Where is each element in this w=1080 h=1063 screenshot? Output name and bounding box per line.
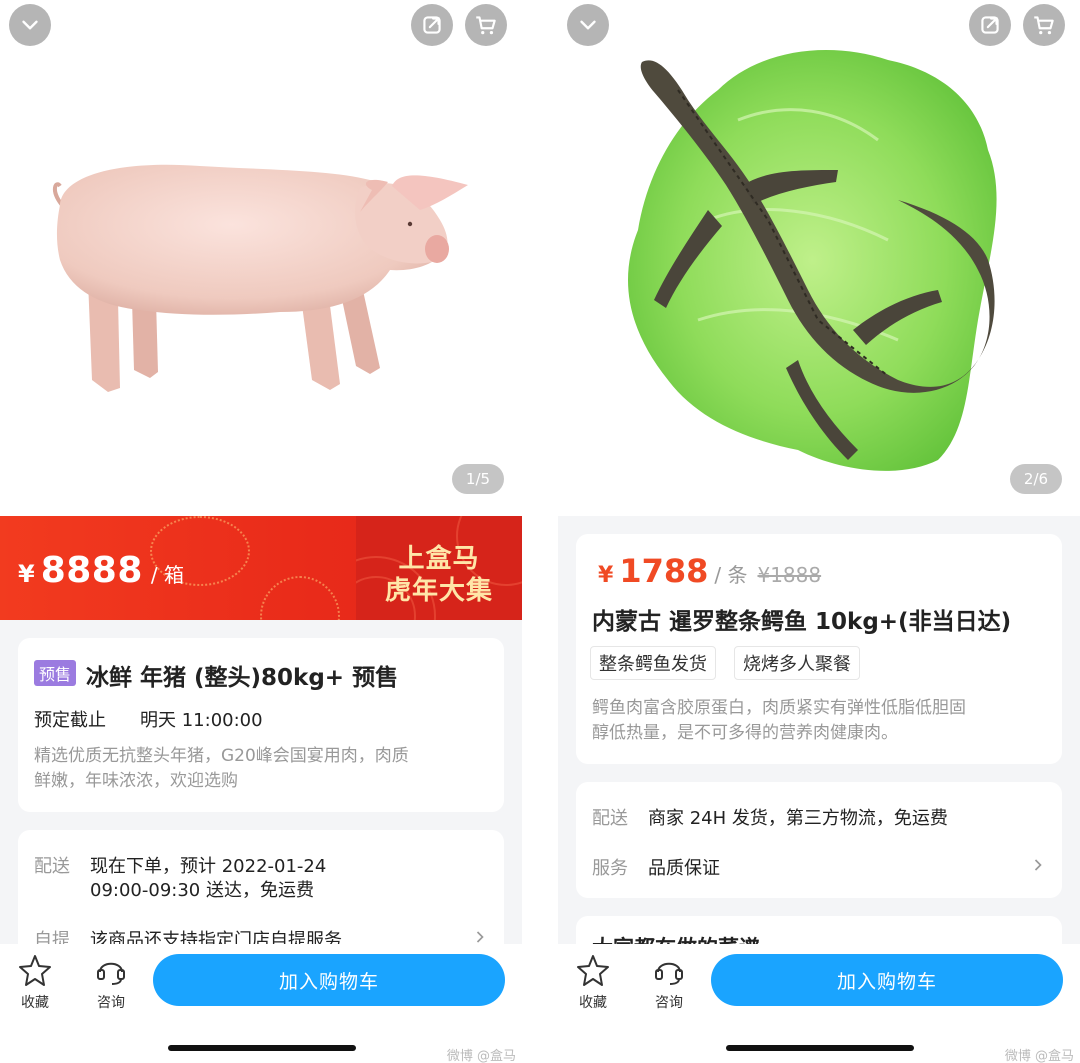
price-display: ¥ 8888 / 箱 [18,550,184,591]
product-info-card: ¥ 1788 / 条 ¥1888 内蒙古 暹罗整条鳄鱼 10kg+(非当日达) … [576,534,1062,764]
delivery-value-line-1: 现在下单，预计 2022-01-24 [90,856,327,877]
image-page-indicator: 2/6 [1010,464,1062,494]
add-to-cart-button[interactable]: 加入购物车 [711,954,1063,1006]
favorite-label[interactable]: 收藏 [5,992,65,1012]
bottom-action-bar: 收藏 咨询 加入购物车 微博 @盒马 [0,944,522,1063]
cart-icon [476,16,496,35]
cart-button[interactable] [1023,4,1065,46]
home-indicator [726,1045,914,1051]
share-icon [423,16,441,34]
product-desc-line-2: 鲜嫩，年味浓浓，欢迎选购 [34,771,238,791]
deadline-label: 预定截止 [34,710,106,731]
add-to-cart-button[interactable]: 加入购物车 [153,954,505,1006]
product-desc-line-2: 醇低热量，是不可多得的营养肉健康肉。 [592,723,898,743]
pig-image [53,164,468,392]
watermark: 微博 @盒马 [1004,1049,1074,1063]
promo-line-2: 虎年大集 [384,576,493,606]
price-amount: 8888 [40,550,143,591]
feature-chip: 整条鳄鱼发货 [590,646,716,680]
star-icon[interactable] [573,952,613,988]
product-desc-line-1: 精选优质无抗整头年猪，G20峰会国宴用肉，肉质 [34,746,409,766]
currency-symbol: ¥ [18,560,35,588]
consult-label[interactable]: 咨询 [639,992,699,1012]
headset-icon[interactable] [649,952,689,988]
product-image-gallery[interactable]: 2/6 [558,0,1080,516]
product-title: 冰鲜 年猪 (整头)80kg+ 预售 [86,665,399,691]
product-desc-line-1: 鳄鱼肉富含胶原蛋白，肉质紧实有弹性低脂低胆固 [592,698,966,718]
product-info-card: 预售 冰鲜 年猪 (整头)80kg+ 预售 预定截止 明天 11:00:00 精… [18,638,504,812]
phone-screen-pig: 1/5 ¥ 8888 / 箱 上盒马 虎年大集 预售 冰鲜 年猪 (整头)80k… [0,0,522,1063]
share-button[interactable] [969,4,1011,46]
consult-label[interactable]: 咨询 [81,992,141,1012]
service-label: 服务 [592,858,628,879]
home-indicator [168,1045,356,1051]
price-banner: ¥ 8888 / 箱 上盒马 虎年大集 [0,516,522,620]
cart-button[interactable] [465,4,507,46]
price-display: ¥ 1788 / 条 ¥1888 [598,552,821,590]
favorite-label[interactable]: 收藏 [563,992,623,1012]
phone-screen-crocodile: 2/6 ¥ 1788 / 条 ¥1888 内蒙古 暹罗整条鳄鱼 10kg+(非当… [558,0,1080,1063]
star-icon[interactable] [15,952,55,988]
promo-badge: 上盒马 虎年大集 [356,516,522,620]
watermark: 微博 @盒马 [446,1049,516,1063]
presale-tag: 预售 [34,660,77,686]
collapse-button[interactable] [567,4,609,46]
bottom-action-bar: 收藏 咨询 加入购物车 微博 @盒马 [558,944,1080,1063]
product-image-gallery[interactable]: 1/5 [0,0,522,516]
price-amount: 1788 [619,552,709,590]
headset-icon[interactable] [91,952,131,988]
chevron-down-icon [580,20,596,30]
share-button[interactable] [411,4,453,46]
product-title: 内蒙古 暹罗整条鳄鱼 10kg+(非当日达) [592,609,1012,635]
cart-icon [1034,16,1054,35]
collapse-button[interactable] [9,4,51,46]
divider [522,0,558,1063]
original-price: ¥1888 [757,563,822,587]
currency-symbol: ¥ [598,563,614,588]
price-unit: / 箱 [150,563,185,587]
delivery-label: 配送 [34,856,70,877]
price-unit: / 条 [714,563,748,587]
chevron-down-icon [22,20,38,30]
service-value[interactable]: 品质保证 [648,854,720,880]
feature-chip: 烧烤多人聚餐 [734,646,860,680]
delivery-value: 商家 24H 发货，第三方物流，免运费 [648,808,948,829]
delivery-card: 配送 商家 24H 发货，第三方物流，免运费 服务 品质保证 [576,782,1062,898]
delivery-label: 配送 [592,808,628,829]
crocodile-on-lettuce-image [628,50,997,471]
share-icon [981,16,999,34]
chevron-right-icon[interactable] [1028,855,1048,875]
delivery-card: 配送 现在下单，预计 2022-01-24 09:00-09:30 送达，免运费… [18,830,504,960]
image-page-indicator: 1/5 [452,464,504,494]
delivery-value-line-2: 09:00-09:30 送达，免运费 [90,880,314,901]
deadline-value: 明天 11:00:00 [140,710,263,731]
